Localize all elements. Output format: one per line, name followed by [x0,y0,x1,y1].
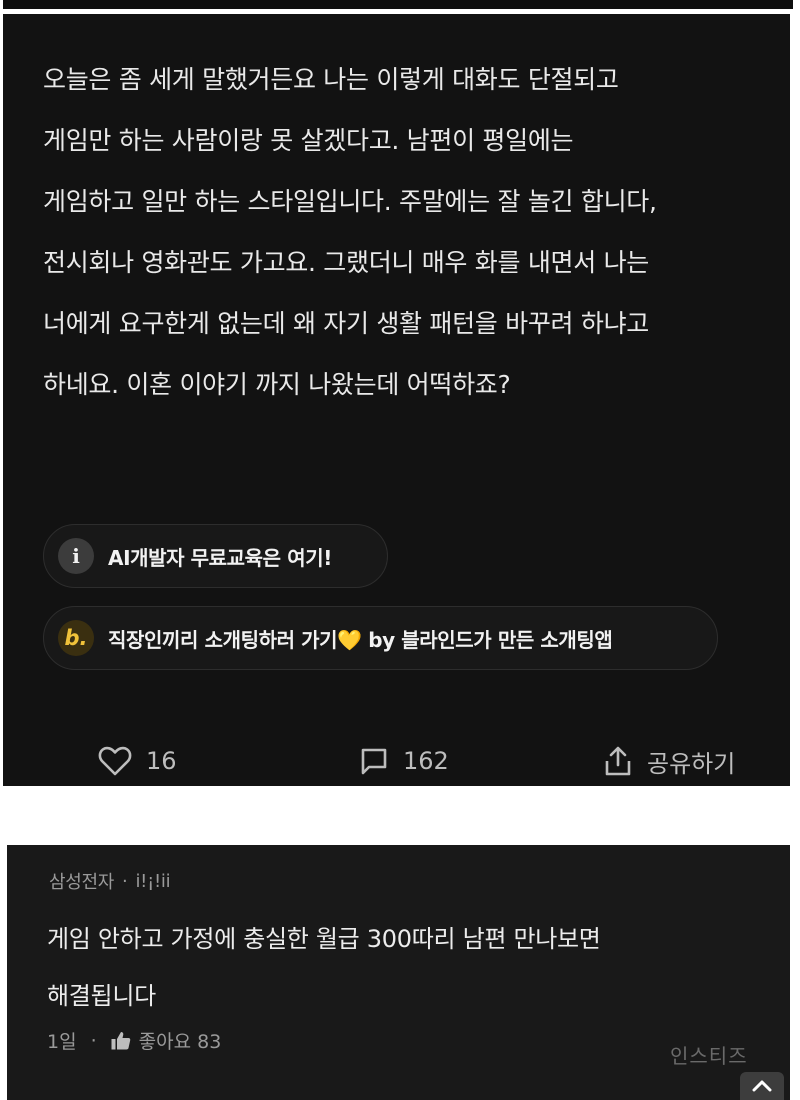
share-icon [605,746,631,776]
comment-line: 해결됩니다 [47,982,156,1010]
comment-footer: 1일 · 좋아요 83 [47,1027,221,1054]
post-body: 오늘은 좀 세게 말했거든요 나는 이렇게 대화도 단절되고 게임만 하는 사람… [43,49,763,415]
info-icon: i [58,538,94,574]
watermark: 인스티즈 [670,1044,748,1068]
share-label: 공유하기 [647,749,736,778]
blind-logo-icon: b. [58,620,94,656]
scroll-to-top-button[interactable] [740,1072,784,1100]
promo-label: 직장인끼리 소개팅하러 가기💛 by 블라인드가 만든 소개팅앱 [108,627,613,652]
comment-nickname: i!¡!ii [135,870,171,892]
comment-icon [361,748,387,775]
post-body-line: 너에게 요구한게 없는데 왜 자기 생활 패턴을 바꾸려 하냐고 [43,309,649,338]
comment-time: 1일 [47,1031,77,1053]
like-button[interactable]: 16 [98,736,177,786]
promo-label: AI개발자 무료교육은 여기! [108,545,332,570]
comment-button[interactable]: 162 [359,736,449,786]
share-button[interactable]: 공유하기 [603,736,735,786]
comment-company: 삼성전자 [49,872,115,893]
comment-body: 게임 안하고 가정에 충실한 월급 300따리 남편 만나보면 해결됩니다 [47,911,767,1025]
chevron-up-icon [752,1080,772,1092]
meta-separator: · [122,870,128,892]
comment-like-label: 좋아요 83 [138,1031,222,1053]
post-body-line: 게임하고 일만 하는 스타일입니다. 주말에는 잘 놀긴 합니다, [43,187,657,216]
comment-like-button[interactable]: 좋아요 83 [111,1027,222,1054]
top-divider-bar [3,0,793,9]
post-body-line: 오늘은 좀 세게 말했거든요 나는 이렇게 대화도 단절되고 [43,65,619,94]
comment-author-meta: 삼성전자 · i!¡!ii [49,868,171,894]
comment-count: 162 [403,747,449,775]
like-count: 16 [146,747,177,775]
ai-education-promo-link[interactable]: i AI개발자 무료교육은 여기! [43,524,388,588]
post-body-line: 하네요. 이혼 이야기 까지 나왔는데 어떡하죠? [43,370,511,399]
thumbs-up-icon [111,1032,130,1050]
heart-icon [98,746,132,776]
footer-separator: · [90,1029,97,1052]
post-body-line: 전시회나 영화관도 가고요. 그랬더니 매우 화를 내면서 나는 [43,248,649,277]
post-body-line: 게임만 하는 사람이랑 못 살겠다고. 남편이 평일에는 [43,126,574,155]
post-action-bar: 16 162 공유하기 [3,736,790,786]
blind-dating-promo-link[interactable]: b. 직장인끼리 소개팅하러 가기💛 by 블라인드가 만든 소개팅앱 [43,606,718,670]
comment-line: 게임 안하고 가정에 충실한 월급 300따리 남편 만나보면 [47,925,601,953]
post-card: 오늘은 좀 세게 말했거든요 나는 이렇게 대화도 단절되고 게임만 하는 사람… [3,14,790,786]
